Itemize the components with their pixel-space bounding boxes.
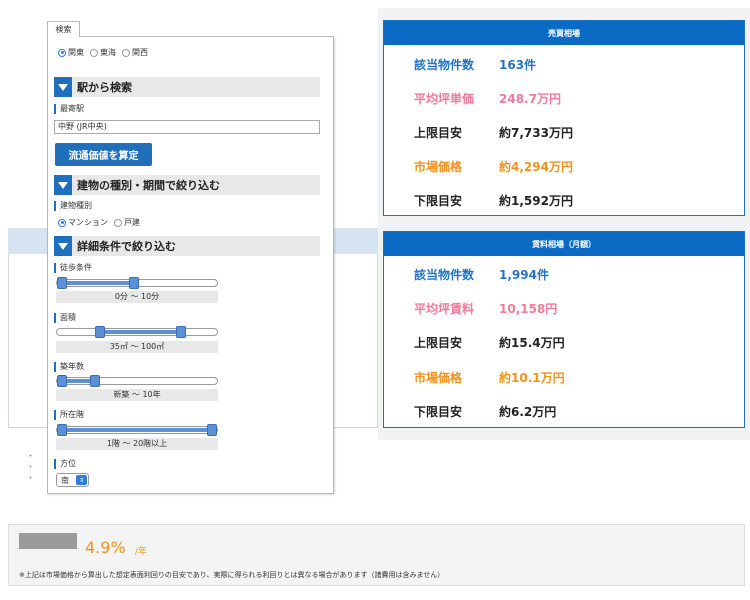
region-label-kansai: 関西 <box>132 48 148 57</box>
select-arrow-icon: ⇕ <box>76 475 87 485</box>
row-label: 平均坪単価 <box>414 92 475 106</box>
area-range-value: 35㎡ 〜 100㎡ <box>56 341 218 353</box>
rent-row-count: 該当物件数 1,994件 <box>414 266 549 283</box>
slider-fill <box>59 428 215 432</box>
collapse-triangle-icon <box>54 77 72 97</box>
walk-range-slider[interactable] <box>56 277 218 289</box>
search-panel: 関東 東海 関西 駅から検索 最寄駅 中野 (JR中央) 流通価値を算定 建物の… <box>47 36 334 494</box>
region-label-kanto: 関東 <box>68 48 84 57</box>
row-label: 下限目安 <box>414 194 463 208</box>
row-label: 下限目安 <box>414 405 463 419</box>
calculate-value-button[interactable]: 流通価値を算定 <box>55 143 152 166</box>
building-label-house: 戸建 <box>124 218 140 227</box>
detail-filter-header[interactable]: 詳細条件で絞り込む <box>54 236 320 256</box>
row-value: 1,994件 <box>499 268 549 282</box>
sale-row-count: 該当物件数 163件 <box>414 56 536 73</box>
slider-handle-max[interactable] <box>175 326 186 338</box>
floor-range-value: 1階 〜 20階以上 <box>56 438 218 450</box>
building-type-radio-group: マンション 戸建 <box>58 217 144 228</box>
background-bullet-list: ・・・ <box>26 452 36 484</box>
section-title: 建物の種別・期間で絞り込む <box>77 179 220 192</box>
collapse-triangle-icon <box>54 236 72 256</box>
sale-market-card: 売買相場 該当物件数 163件 平均坪単価 248.7万円 上限目安 約7,73… <box>383 20 745 216</box>
building-radio-house[interactable] <box>114 218 122 227</box>
rent-row-avg-rent: 平均坪賃料 10,158円 <box>414 300 557 317</box>
row-value: 約6.2万円 <box>499 405 557 419</box>
slider-handle-min[interactable] <box>57 424 67 436</box>
floor-label: 所在階 <box>54 410 84 420</box>
slider-fill <box>59 281 137 285</box>
yield-label-placeholder <box>19 533 77 549</box>
sale-card-title: 売買相場 <box>384 21 744 45</box>
row-label: 該当物件数 <box>414 268 475 282</box>
nearest-station-input[interactable]: 中野 (JR中央) <box>54 120 320 134</box>
direction-label: 方位 <box>54 459 76 469</box>
building-filter-header[interactable]: 建物の種別・期間で絞り込む <box>54 175 320 195</box>
slider-handle-max[interactable] <box>129 277 139 289</box>
row-label: 市場価格 <box>414 160 463 174</box>
slider-handle-min[interactable] <box>57 277 67 289</box>
yield-unit: /年 <box>135 547 148 557</box>
building-age-range-value: 新築 〜 10年 <box>56 389 218 401</box>
slider-handle-min[interactable] <box>94 326 105 338</box>
row-value: 約15.4万円 <box>499 336 565 350</box>
rent-row-market: 市場価格 約10.1万円 <box>414 369 565 386</box>
yield-section: 4.9% /年 ※上記は市場価格から算出した想定表面利回りの目安であり、実際に得… <box>8 524 745 586</box>
row-label: 市場価格 <box>414 371 463 385</box>
row-value: 約4,294万円 <box>499 160 573 174</box>
section-title: 駅から検索 <box>77 81 132 94</box>
row-value: 約1,592万円 <box>499 194 573 208</box>
building-age-label: 築年数 <box>54 362 84 372</box>
row-label: 上限目安 <box>414 336 463 350</box>
building-radio-mansion[interactable] <box>58 218 66 227</box>
slider-handle-max[interactable] <box>90 375 100 387</box>
walk-range-value: 0分 〜 10分 <box>56 291 218 303</box>
direction-value: 南 <box>61 475 69 485</box>
collapse-triangle-icon <box>54 175 72 195</box>
slider-fill <box>96 330 184 334</box>
yield-value: 4.9% <box>85 538 126 557</box>
rent-row-lower: 下限目安 約6.2万円 <box>414 403 556 420</box>
region-label-tokai: 東海 <box>100 48 116 57</box>
area-range-slider[interactable] <box>56 326 218 338</box>
tab-search[interactable]: 検索 <box>47 21 80 37</box>
region-radio-kanto[interactable] <box>58 48 66 57</box>
sale-row-upper: 上限目安 約7,733万円 <box>414 124 573 141</box>
building-type-label: 建物種別 <box>54 201 92 211</box>
station-search-header[interactable]: 駅から検索 <box>54 77 320 97</box>
sale-row-avg-price: 平均坪単価 248.7万円 <box>414 90 561 107</box>
walk-condition-label: 徒歩条件 <box>54 263 92 273</box>
row-label: 該当物件数 <box>414 58 475 72</box>
sale-row-market: 市場価格 約4,294万円 <box>414 158 573 175</box>
rent-card-title: 賃料相場（月額） <box>384 232 744 256</box>
row-value: 163件 <box>499 58 537 72</box>
floor-range-slider[interactable] <box>56 424 218 436</box>
row-value: 248.7万円 <box>499 92 561 106</box>
area-label: 面積 <box>54 313 76 323</box>
rent-row-upper: 上限目安 約15.4万円 <box>414 334 565 351</box>
direction-select[interactable]: 南 ⇕ <box>56 473 89 487</box>
nearest-station-label: 最寄駅 <box>54 104 84 114</box>
rent-market-card: 賃料相場（月額） 該当物件数 1,994件 平均坪賃料 10,158円 上限目安… <box>383 231 745 428</box>
region-radio-tokai[interactable] <box>90 48 98 57</box>
section-title: 詳細条件で絞り込む <box>77 240 176 253</box>
building-label-mansion: マンション <box>68 218 108 227</box>
row-value: 約7,733万円 <box>499 126 573 140</box>
region-radio-group: 関東 東海 関西 <box>58 47 152 58</box>
row-label: 平均坪賃料 <box>414 302 475 316</box>
sale-row-lower: 下限目安 約1,592万円 <box>414 192 573 209</box>
slider-handle-min[interactable] <box>57 375 67 387</box>
row-label: 上限目安 <box>414 126 463 140</box>
yield-disclaimer: ※上記は市場価格から算出した想定表面利回りの目安であり、実際に得られる利回りとは… <box>19 571 445 579</box>
row-value: 約10.1万円 <box>499 371 565 385</box>
row-value: 10,158円 <box>499 302 558 316</box>
slider-handle-max[interactable] <box>207 424 217 436</box>
building-age-range-slider[interactable] <box>56 375 218 387</box>
region-radio-kansai[interactable] <box>122 48 130 57</box>
